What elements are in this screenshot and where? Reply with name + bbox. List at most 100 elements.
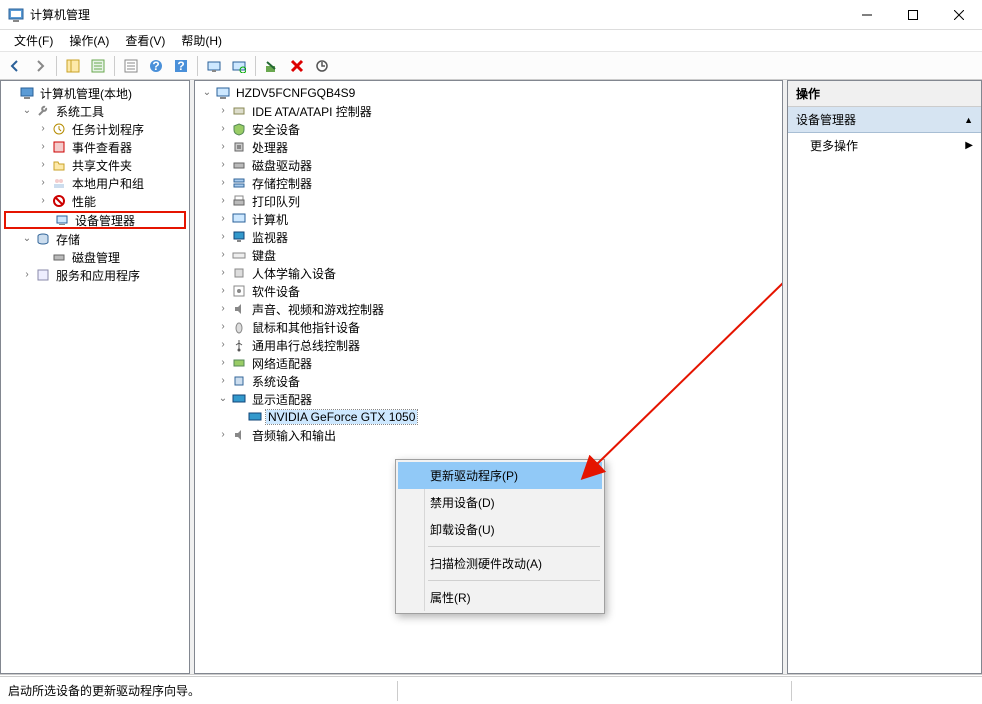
expand-icon[interactable]: › <box>215 319 231 335</box>
expand-icon[interactable]: › <box>215 373 231 389</box>
device-keyboard[interactable]: › 键盘 <box>199 246 780 264</box>
expand-icon[interactable]: › <box>35 175 51 191</box>
tree-performance[interactable]: › 性能 <box>3 192 187 210</box>
expand-icon[interactable]: › <box>215 427 231 443</box>
tree-shared-folders[interactable]: › 共享文件夹 <box>3 156 187 174</box>
device-gpu[interactable]: NVIDIA GeForce GTX 1050 <box>199 408 780 426</box>
menu-view[interactable]: 查看(V) <box>117 30 173 51</box>
device-root[interactable]: ⌄HZDV5FCNFGQB4S9 <box>199 84 780 102</box>
menu-action[interactable]: 操作(A) <box>61 30 117 51</box>
device-system[interactable]: ›系统设备 <box>199 372 780 390</box>
expand-icon[interactable]: › <box>215 121 231 137</box>
show-hide-tree-button[interactable] <box>62 55 84 77</box>
help-button[interactable]: ? <box>145 55 167 77</box>
help-button-2[interactable]: ? <box>170 55 192 77</box>
list-button[interactable] <box>120 55 142 77</box>
tree-root[interactable]: 计算机管理(本地) <box>3 84 187 102</box>
actions-more[interactable]: 更多操作 ▶ <box>788 133 981 158</box>
device-print-queue[interactable]: ›打印队列 <box>199 192 780 210</box>
update-button[interactable] <box>311 55 333 77</box>
tree-event-viewer[interactable]: › 事件查看器 <box>3 138 187 156</box>
svg-text:?: ? <box>177 59 184 73</box>
device-computers[interactable]: ›计算机 <box>199 210 780 228</box>
expand-icon[interactable]: › <box>35 193 51 209</box>
title-bar[interactable]: 计算机管理 <box>0 0 982 30</box>
expand-icon[interactable]: › <box>215 193 231 209</box>
forward-button[interactable] <box>29 55 51 77</box>
scan-hardware-button[interactable] <box>203 55 225 77</box>
actions-section[interactable]: 设备管理器 ▲ <box>788 107 981 133</box>
tree-system-tools[interactable]: ⌄ 系统工具 <box>3 102 187 120</box>
expand-icon[interactable]: › <box>215 229 231 245</box>
collapse-icon[interactable]: ⌄ <box>19 103 35 119</box>
device-hid[interactable]: ›人体学输入设备 <box>199 264 780 282</box>
device-cpu[interactable]: ›处理器 <box>199 138 780 156</box>
scan-button[interactable] <box>228 55 250 77</box>
device-monitor[interactable]: ›监视器 <box>199 228 780 246</box>
ide-icon <box>231 103 247 119</box>
expand-icon[interactable]: › <box>19 267 35 283</box>
menu-uninstall-device[interactable]: 卸载设备(U) <box>398 516 602 543</box>
device-usb[interactable]: ›通用串行总线控制器 <box>199 336 780 354</box>
expand-icon[interactable]: › <box>215 265 231 281</box>
expand-icon[interactable]: › <box>215 211 231 227</box>
tools-icon <box>35 103 51 119</box>
device-audio[interactable]: ›音频输入和输出 <box>199 426 780 444</box>
expand-icon[interactable]: › <box>215 355 231 371</box>
expand-icon[interactable]: › <box>215 301 231 317</box>
device-manager-icon <box>54 212 70 228</box>
tree-disk-management[interactable]: 磁盘管理 <box>3 248 187 266</box>
tree-storage[interactable]: ⌄ 存储 <box>3 230 187 248</box>
device-mouse[interactable]: ›鼠标和其他指针设备 <box>199 318 780 336</box>
actions-panel: 操作 设备管理器 ▲ 更多操作 ▶ <box>787 80 982 674</box>
expand-icon[interactable]: › <box>215 157 231 173</box>
menu-disable-device[interactable]: 禁用设备(D) <box>398 489 602 516</box>
expand-icon[interactable]: › <box>215 139 231 155</box>
device-disk[interactable]: ›磁盘驱动器 <box>199 156 780 174</box>
status-cell <box>792 681 982 701</box>
properties-button[interactable] <box>87 55 109 77</box>
expand-icon[interactable]: › <box>35 121 51 137</box>
tree-local-users[interactable]: › 本地用户和组 <box>3 174 187 192</box>
menu-item-label: 属性(R) <box>430 591 471 605</box>
device-network[interactable]: ›网络适配器 <box>199 354 780 372</box>
collapse-icon[interactable]: ⌄ <box>199 85 215 101</box>
menu-item-label: 禁用设备(D) <box>430 496 495 510</box>
expand-icon[interactable]: › <box>35 139 51 155</box>
device-ide[interactable]: ›IDE ATA/ATAPI 控制器 <box>199 102 780 120</box>
disk-drive-icon <box>231 157 247 173</box>
device-sound[interactable]: ›声音、视频和游戏控制器 <box>199 300 780 318</box>
expand-icon[interactable]: › <box>215 283 231 299</box>
left-navigation-panel[interactable]: 计算机管理(本地) ⌄ 系统工具 › 任务计划程序 › 事件查看器 › 共享文件… <box>0 80 190 674</box>
tree-label: 键盘 <box>250 247 278 264</box>
menu-help[interactable]: 帮助(H) <box>173 30 230 51</box>
collapse-icon[interactable]: ⌄ <box>215 391 231 407</box>
expand-icon[interactable]: › <box>215 337 231 353</box>
menu-file[interactable]: 文件(F) <box>6 30 61 51</box>
expand-icon[interactable]: › <box>215 103 231 119</box>
menu-separator <box>428 546 600 547</box>
network-icon <box>231 355 247 371</box>
minimize-button[interactable] <box>844 0 890 29</box>
expand-icon[interactable]: › <box>215 175 231 191</box>
uninstall-button[interactable] <box>286 55 308 77</box>
menu-update-driver[interactable]: 更新驱动程序(P) <box>398 462 602 489</box>
collapse-icon[interactable]: ⌄ <box>19 231 35 247</box>
tree-task-scheduler[interactable]: › 任务计划程序 <box>3 120 187 138</box>
collapse-triangle-icon[interactable]: ▲ <box>964 115 973 125</box>
menu-properties[interactable]: 属性(R) <box>398 584 602 611</box>
enable-button[interactable] <box>261 55 283 77</box>
maximize-button[interactable] <box>890 0 936 29</box>
device-tree-panel[interactable]: ⌄HZDV5FCNFGQB4S9 ›IDE ATA/ATAPI 控制器 ›安全设… <box>194 80 783 674</box>
device-storage-controller[interactable]: ›存储控制器 <box>199 174 780 192</box>
device-security[interactable]: ›安全设备 <box>199 120 780 138</box>
tree-services-apps[interactable]: › 服务和应用程序 <box>3 266 187 284</box>
device-software[interactable]: ›软件设备 <box>199 282 780 300</box>
back-button[interactable] <box>4 55 26 77</box>
expand-icon[interactable]: › <box>215 247 231 263</box>
menu-scan-hardware[interactable]: 扫描检测硬件改动(A) <box>398 550 602 577</box>
close-button[interactable] <box>936 0 982 29</box>
device-display-adapter[interactable]: ⌄显示适配器 <box>199 390 780 408</box>
tree-device-manager[interactable]: 设备管理器 <box>4 211 186 229</box>
expand-icon[interactable]: › <box>35 157 51 173</box>
